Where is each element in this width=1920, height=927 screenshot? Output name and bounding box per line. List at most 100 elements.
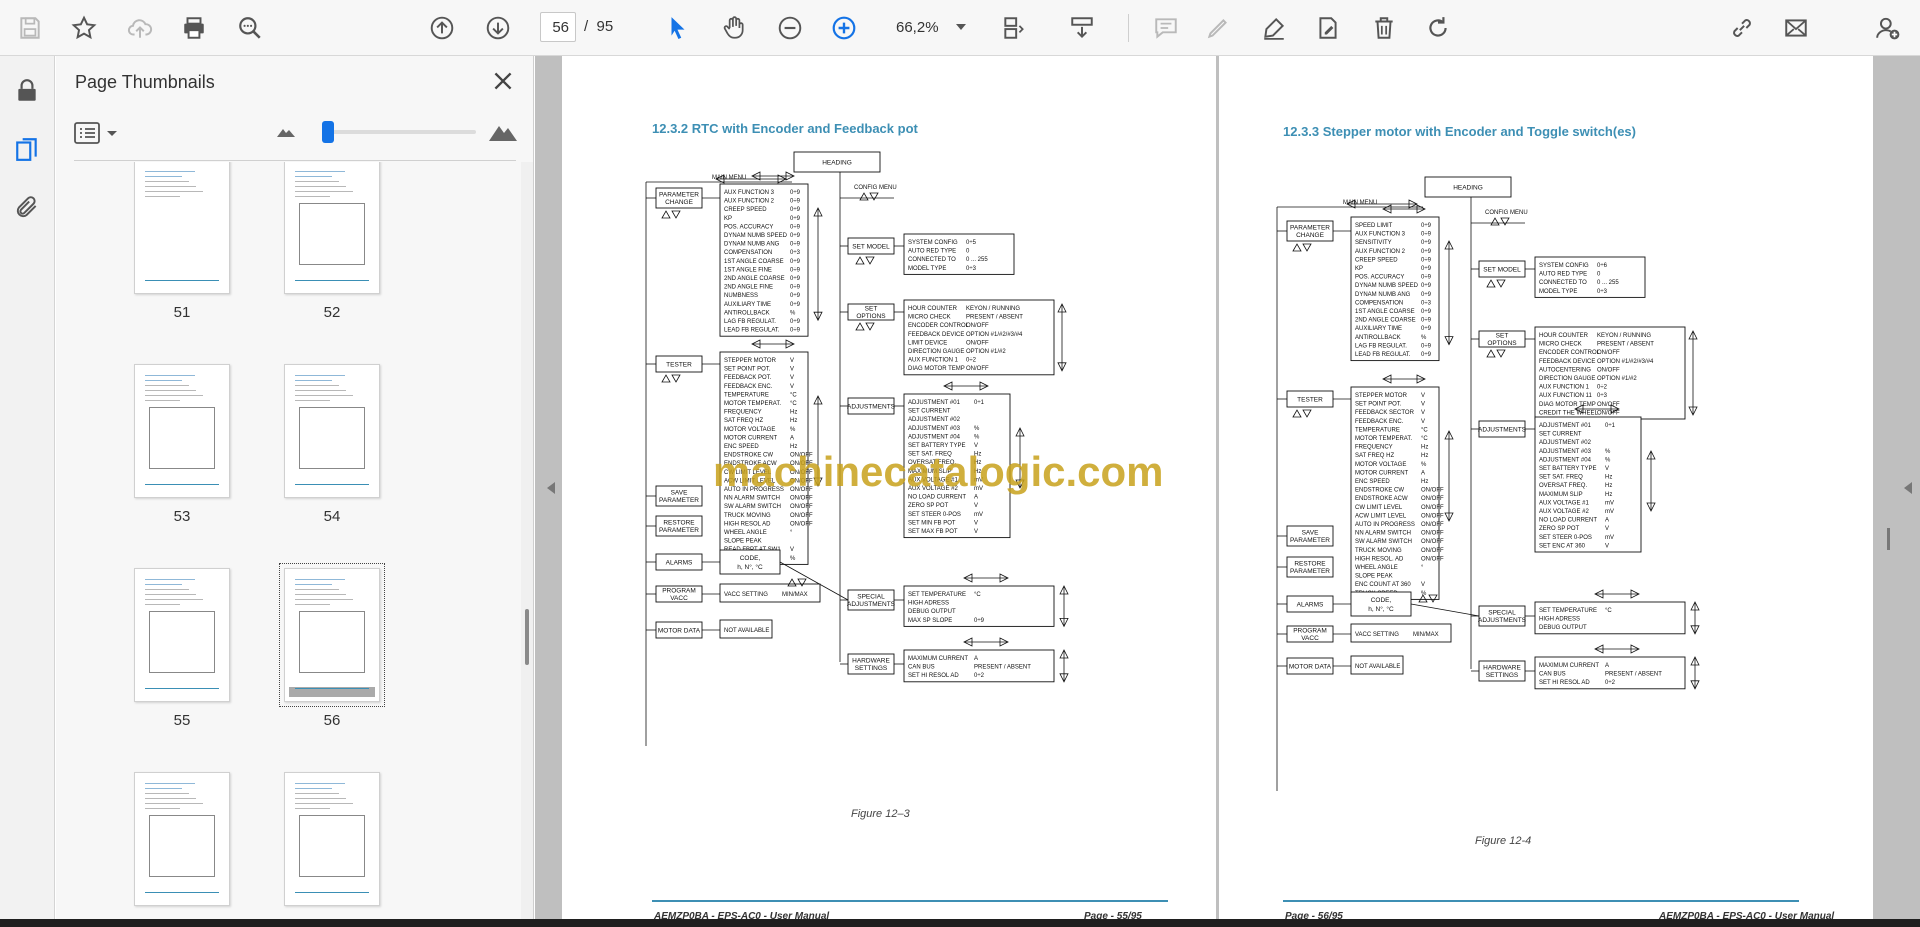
parameter-change-box-label: PARAMETER	[659, 192, 699, 199]
parameter-list-item: 2ND ANGLE COARSE	[724, 276, 785, 282]
page-thumbnail[interactable]	[134, 772, 230, 906]
page-display-button[interactable]	[996, 10, 1032, 46]
share-link-button[interactable]	[1724, 10, 1760, 46]
adjustments-box-label: ADJUSTMENTS	[1478, 427, 1527, 434]
previous-page-arrow[interactable]	[547, 482, 555, 494]
set-model-list-item: MODEL TYPE	[1539, 289, 1577, 295]
bookmark-star-button[interactable]	[66, 10, 102, 46]
print-button[interactable]	[176, 10, 212, 46]
set-options-list-value: ON/OFF	[1597, 402, 1620, 408]
adjustments-list-item: ADJUSTMENT #01	[908, 400, 961, 406]
mountain-small-icon[interactable]	[276, 124, 296, 138]
thumbnail-figure	[299, 203, 365, 265]
adjustments-list-value: V	[974, 529, 978, 535]
upload-cloud-button[interactable]	[122, 10, 158, 46]
tester-list-value: V	[1421, 393, 1425, 399]
chevron-down-icon	[956, 24, 966, 30]
parameter-list-item: SENSITIVITY	[1355, 240, 1392, 246]
tester-list-item: FEEDBACK ENC.	[724, 384, 773, 390]
set-model-box-label: SET MODEL	[1483, 267, 1521, 274]
scroll-mode-icon	[1071, 17, 1093, 39]
tester-list-item: FEEDBACK ENC.	[1355, 419, 1404, 425]
save-button[interactable]	[12, 10, 48, 46]
zoom-level-select[interactable]: 66,2%	[884, 12, 974, 42]
parameter-list-value: 0÷9	[790, 319, 801, 325]
tester-list-value: ON/OFF	[1421, 531, 1444, 537]
page-thumbnail[interactable]	[279, 563, 385, 707]
find-button[interactable]	[232, 10, 268, 46]
adjustments-list-value: mV	[1605, 535, 1614, 541]
vacc-setting-text: VACC SETTING	[724, 592, 768, 598]
parameter-list-value: 0÷3	[1421, 300, 1432, 306]
save-parameter-box-label: SAVE	[671, 490, 689, 497]
previous-page-button[interactable]	[424, 10, 460, 46]
sign-button[interactable]	[1256, 10, 1292, 46]
thumbnail-text-line	[145, 390, 196, 391]
parameter-list-item: 1ST ANGLE COARSE	[1355, 309, 1415, 315]
zoom-out-button[interactable]	[772, 10, 808, 46]
set-options-list-value: ON/OFF	[1597, 367, 1620, 373]
scrollbar-thumb[interactable]	[525, 609, 529, 665]
set-options-list-item: DIRECTION GAUGE	[908, 349, 964, 355]
program-vacc-box-label: PROGRAM	[1293, 628, 1327, 635]
add-user-button[interactable]	[1870, 10, 1906, 46]
thumbnail-text-line	[145, 196, 180, 197]
select-tool-button[interactable]	[660, 10, 696, 46]
pc-arrows-down	[671, 210, 681, 219]
panel-scrollbar[interactable]	[521, 162, 533, 919]
security-button[interactable]	[10, 74, 44, 108]
tester-list-value: A	[790, 435, 794, 441]
footer-right: Page - 55/95	[1084, 911, 1142, 919]
highlight-button[interactable]	[1200, 10, 1236, 46]
tester-list-item: MOTOR CURRENT	[1355, 470, 1409, 476]
page-thumbnails-button[interactable]	[10, 132, 44, 166]
attachments-button[interactable]	[10, 190, 44, 224]
arrow-up-circle-icon	[430, 16, 454, 40]
tester-list-item: ENC COUNT AT 360	[1355, 582, 1411, 588]
tester-list-value: Hz	[790, 410, 797, 416]
comment-button[interactable]	[1148, 10, 1184, 46]
parameter-change-box-label: CHANGE	[1296, 232, 1324, 239]
thumbnail-options-button[interactable]	[74, 120, 122, 146]
thumbnail-text-line	[295, 579, 345, 580]
set-model-list-item: AUTO RED TYPE	[1539, 272, 1587, 278]
adjustments-list-item: ZERO SP POT	[908, 503, 949, 509]
page-count: / 95	[584, 18, 613, 35]
page-thumbnail[interactable]	[284, 772, 380, 906]
special-list-item: HIGH ADRESS	[1539, 617, 1580, 623]
thumbnail-text-line	[295, 783, 345, 784]
thumbnail-size-slider[interactable]	[322, 130, 476, 134]
set-model-list-value: 0 ... 255	[1597, 280, 1619, 286]
current-page-input[interactable]: 56	[540, 12, 576, 42]
next-page-button[interactable]	[480, 10, 516, 46]
fill-sign-button[interactable]	[1310, 10, 1346, 46]
close-icon[interactable]	[490, 68, 516, 94]
email-button[interactable]	[1778, 10, 1814, 46]
adjustments-list-item: AUX VOLTAGE #2	[1539, 509, 1589, 515]
thumbnail-footer-line	[145, 688, 219, 689]
thumbnail-text-line	[295, 599, 353, 600]
tester-list-value: ON/OFF	[1421, 505, 1444, 511]
parameter-list-item: SPEED LIMIT	[1355, 223, 1393, 229]
slider-handle[interactable]	[322, 121, 334, 143]
page-thumbnail[interactable]	[284, 162, 380, 294]
thumbnail-text-line	[295, 176, 332, 177]
parameter-list-item: 1ST ANGLE FINE	[724, 267, 772, 273]
page-thumbnail[interactable]	[134, 162, 230, 294]
delete-button[interactable]	[1366, 10, 1402, 46]
tester-list-value: Hz	[790, 418, 797, 424]
mountain-large-icon[interactable]	[488, 120, 518, 142]
hand-tool-button[interactable]	[716, 10, 752, 46]
pane-resize-handle[interactable]	[1887, 528, 1890, 550]
page-thumbnail[interactable]	[134, 568, 230, 702]
parameter-list-item: KP	[724, 216, 732, 222]
lock-icon	[18, 79, 36, 101]
scrolling-mode-button[interactable]	[1064, 10, 1100, 46]
page-thumbnail[interactable]	[134, 364, 230, 498]
page-thumbnail[interactable]	[284, 364, 380, 498]
taskbar-strip	[0, 919, 1920, 927]
rotate-button[interactable]	[1420, 10, 1456, 46]
parameter-list-item: 1ST ANGLE COARSE	[724, 259, 784, 265]
zoom-in-button[interactable]	[826, 10, 862, 46]
side-panel-arrow[interactable]	[1904, 482, 1912, 494]
